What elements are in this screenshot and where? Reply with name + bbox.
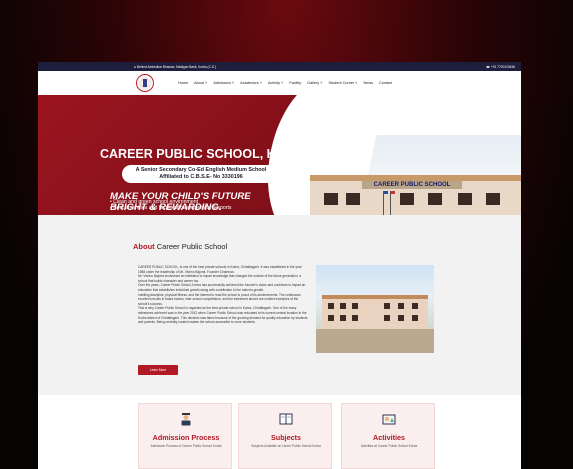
card-admission-process[interactable]: Admission Process Admission Process of C…: [138, 403, 232, 469]
school-logo[interactable]: [136, 74, 154, 92]
nav-item-gallery[interactable]: Gallery ˅: [307, 81, 322, 85]
website-screenshot: ● Behind Ambedkar Bhawan, Madigan Basti,…: [38, 62, 521, 469]
book-icon: [279, 413, 293, 425]
nav-label: About: [194, 81, 205, 85]
about-paragraph: Over the years, Career Public School, Ko…: [138, 283, 306, 292]
address-text: ● Behind Ambedkar Bhawan, Madigan Basti,…: [134, 64, 217, 69]
chevron-down-icon: ˅: [259, 81, 263, 85]
about-paragraph: Instilling discipline, physical fitness,…: [138, 292, 301, 306]
nav-item-home[interactable]: Home: [178, 81, 188, 85]
top-bar: ● Behind Ambedkar Bhawan, Madigan Basti,…: [38, 62, 521, 71]
nav-item-activity[interactable]: Activity ˅: [268, 81, 283, 85]
about-paragraph: CAREER PUBLIC SCHOOL, is one of the best…: [138, 265, 302, 274]
about-section: About Career Public School CAREER PUBLIC…: [38, 215, 521, 395]
about-heading: About Career Public School: [133, 242, 227, 251]
window: [400, 193, 414, 205]
nav-menu: Home About ˅ Admission ˅ Academics ˅ Act…: [178, 71, 392, 95]
graduate-icon: [181, 413, 191, 426]
window: [398, 303, 404, 309]
flag-pole: [383, 191, 384, 215]
building-roof: [322, 295, 428, 299]
window: [412, 315, 418, 321]
about-body: CAREER PUBLIC SCHOOL, is one of the best…: [138, 265, 308, 325]
nav-label: Student Corner: [328, 81, 355, 85]
building: [322, 295, 428, 329]
card-title: Activities: [373, 433, 405, 442]
card-activities[interactable]: Activities Activities at Career Public S…: [341, 403, 435, 469]
nav-item-about[interactable]: About ˅: [194, 81, 207, 85]
nav-label: Gallery: [307, 81, 320, 85]
badge-line-2: Affiliated to C.B.S.E- No 3330196: [159, 174, 243, 180]
nav-item-facility[interactable]: Facility: [289, 81, 301, 85]
card-subjects[interactable]: Subjects Subjects Available at Career Pu…: [238, 403, 332, 469]
about-paragraph: This is why Career Public School is rega…: [138, 306, 308, 325]
hero-bullets: • Clean and green school environment • B…: [110, 199, 231, 211]
nav-item-academics[interactable]: Academics ˅: [240, 81, 262, 85]
window: [398, 315, 404, 321]
nav-item-contact[interactable]: Contact: [379, 81, 392, 85]
card-description: Admission Process of Career Public Schoo…: [150, 444, 222, 448]
about-paragraph: Mr. Vishnu Bajoria envisioned an institu…: [138, 274, 302, 283]
card-description: Activities at Career Public School Korba: [360, 444, 418, 448]
hero-banner: CAREER PUBLIC SCHOOL CAREER PUBLIC SCHOO…: [38, 95, 521, 215]
flag-pole: [390, 191, 391, 215]
about-school-image: [316, 265, 434, 353]
hero-title: CAREER PUBLIC SCHOOL, KORBA: [100, 147, 313, 161]
phone-text[interactable]: ☎ +91 7700123456: [486, 65, 515, 69]
window: [352, 303, 358, 309]
chevron-down-icon: ˅: [205, 81, 208, 85]
nav-item-student-corner[interactable]: Student Corner ˅: [328, 81, 357, 85]
card-description: Subjects Available at Career Public Scho…: [251, 444, 321, 448]
window: [384, 303, 390, 309]
card-title: Admission Process: [152, 433, 220, 442]
learn-more-button[interactable]: Learn More: [138, 365, 178, 375]
window: [352, 315, 358, 321]
nav-label: Activity: [268, 81, 281, 85]
about-heading-bold: About: [133, 242, 155, 251]
bullet-text: Best amenities and facilities for academ…: [113, 205, 232, 211]
feature-cards: Admission Process Admission Process of C…: [38, 395, 521, 469]
school-building-image: CAREER PUBLIC SCHOOL: [310, 175, 521, 215]
window: [428, 193, 442, 205]
window: [340, 315, 346, 321]
nav-item-news[interactable]: News: [364, 81, 374, 85]
building-sign: CAREER PUBLIC SCHOOL: [362, 181, 462, 189]
window: [328, 315, 334, 321]
main-navigation: Home About ˅ Admission ˅ Academics ˅ Act…: [38, 71, 521, 95]
window: [346, 193, 360, 205]
card-title: Subjects: [271, 433, 301, 442]
chevron-down-icon: ˅: [231, 81, 235, 85]
phone-value: +91 7700123456: [490, 64, 515, 69]
chevron-down-icon: ˅: [281, 81, 284, 85]
window: [486, 193, 500, 205]
activities-icon: [382, 414, 396, 425]
nav-item-admission[interactable]: Admission ˅: [213, 81, 234, 85]
window: [458, 193, 472, 205]
about-heading-rest: Career Public School: [154, 242, 228, 251]
window: [324, 193, 338, 205]
window: [412, 303, 418, 309]
window: [328, 303, 334, 309]
badge-line-1: A Senior Secondary Co-Ed English Medium …: [135, 167, 267, 173]
flag-icon: [391, 191, 395, 194]
nav-label: Academics: [240, 81, 259, 85]
hero-affiliation-badge: A Senior Secondary Co-Ed English Medium …: [122, 165, 280, 183]
chevron-down-icon: ˅: [320, 81, 323, 85]
hero-bullet-2: • Best amenities and facilities for acad…: [110, 205, 232, 211]
chevron-down-icon: ˅: [355, 81, 358, 85]
ground: [316, 329, 434, 353]
window: [340, 303, 346, 309]
flag-icon: [384, 191, 388, 194]
address-value: Behind Ambedkar Bhawan, Madigan Basti, K…: [136, 64, 217, 69]
window: [384, 315, 390, 321]
nav-label: Admission: [213, 81, 231, 85]
